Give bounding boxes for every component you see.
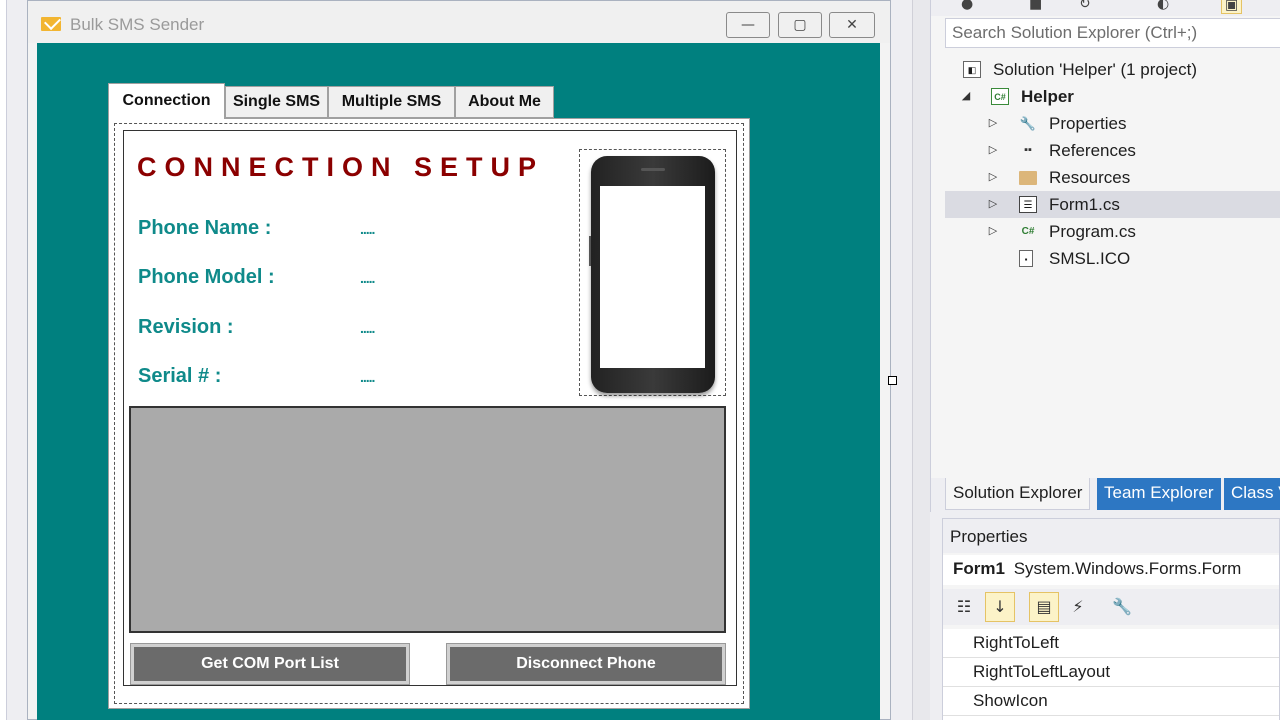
home-icon[interactable]: ■ <box>1029 0 1042 12</box>
tree-item-label: SMSL.ICO <box>1049 249 1131 268</box>
solution-explorer-search[interactable]: Search Solution Explorer (Ctrl+;) <box>945 18 1280 48</box>
tree-item-label: Properties <box>1049 114 1127 133</box>
properties-toolbar: ☷ ↓ ▤ ⚡ 🔧 <box>943 589 1279 625</box>
property-row-showicon[interactable]: ShowIcon <box>943 687 1279 716</box>
tree-item-label: Program.cs <box>1049 222 1136 241</box>
smartphone-icon <box>589 156 715 393</box>
property-row-righttoleftlayout[interactable]: RightToLeftLayout <box>943 658 1279 687</box>
form-window[interactable]: Bulk SMS Sender — ▢ ✕ Connection Single … <box>27 0 891 720</box>
properties-icon[interactable]: ▤ <box>1029 592 1059 622</box>
serial-label: Serial # : <box>138 365 222 387</box>
properties-panel: Properties Form1 System.Windows.Forms.Fo… <box>942 518 1280 720</box>
form-resize-handle[interactable] <box>888 376 897 385</box>
properties-header: Properties <box>943 519 1279 553</box>
tree-item-solution[interactable]: ◧ Solution 'Helper' (1 project) <box>945 56 1280 83</box>
tree-item-label: Form1.cs <box>1049 195 1120 214</box>
tree-item-references[interactable]: ▷ ▪▪ References <box>945 137 1280 164</box>
tree-item-label: Helper <box>1021 87 1074 106</box>
phone-side-button <box>589 236 591 266</box>
tab-connection[interactable]: Connection <box>108 83 225 119</box>
tree-item-properties[interactable]: ▷ 🔧 Properties <box>945 110 1280 137</box>
tree-item-resources[interactable]: ▷ Resources <box>945 164 1280 191</box>
tree-item-program[interactable]: ▷ C# Program.cs <box>945 218 1280 245</box>
solution-explorer-panel: ● ■ ↻ ◐ ▣ Search Solution Explorer (Ctrl… <box>930 0 1280 512</box>
phone-speaker <box>641 168 665 171</box>
phone-name-label: Phone Name : <box>138 217 272 239</box>
preview-icon[interactable]: ▣ <box>1221 0 1243 14</box>
categorized-icon[interactable]: ☷ <box>949 592 979 622</box>
phone-model-value: ..... <box>360 270 375 286</box>
designer-left-strip <box>0 0 7 720</box>
tab-multiple-sms[interactable]: Multiple SMS <box>328 86 455 118</box>
phone-screen <box>600 186 705 368</box>
back-icon[interactable]: ● <box>961 0 973 12</box>
references-icon: ▪▪ <box>1024 144 1032 156</box>
log-textbox[interactable] <box>129 406 726 633</box>
connection-tab-page: CONNECTION SETUP Phone Name : ..... Phon… <box>108 118 750 709</box>
form-icon: ☰ <box>1019 196 1037 213</box>
tree-item-label: Resources <box>1049 168 1131 187</box>
tab-team-explorer[interactable]: Team Explorer <box>1097 478 1221 510</box>
events-icon[interactable]: ⚡ <box>1063 592 1093 622</box>
tab-single-sms[interactable]: Single SMS <box>225 86 328 118</box>
expanded-arrow-icon[interactable]: ◢ <box>961 83 971 110</box>
property-row-righttoleft[interactable]: RightToLeft <box>943 629 1279 658</box>
disconnect-phone-button[interactable]: Disconnect Phone <box>446 643 726 685</box>
phone-model-label: Phone Model : <box>138 266 275 288</box>
get-com-port-list-button[interactable]: Get COM Port List <box>130 643 410 685</box>
alphabetical-icon[interactable]: ↓ <box>985 592 1015 622</box>
collapsed-arrow-icon[interactable]: ▷ <box>988 191 998 218</box>
form-title: Bulk SMS Sender <box>70 15 205 34</box>
properties-object-selector[interactable]: Form1 System.Windows.Forms.Form <box>943 555 1279 585</box>
tree-item-label: Solution 'Helper' (1 project) <box>993 60 1197 79</box>
phone-name-value: ..... <box>360 221 375 237</box>
serial-value: ..... <box>360 369 375 385</box>
collapsed-arrow-icon[interactable]: ▷ <box>988 164 998 191</box>
ico-file-icon: ▪ <box>1019 250 1033 267</box>
revision-value: ..... <box>360 320 375 336</box>
designer-scrollbar[interactable] <box>912 0 930 720</box>
connection-setup-heading: CONNECTION SETUP <box>137 152 545 182</box>
tree-item-form1[interactable]: ▷ ☰ Form1.cs <box>945 191 1280 218</box>
property-pages-icon[interactable]: 🔧 <box>1107 592 1137 622</box>
solution-icon: ◧ <box>963 61 981 78</box>
tree-item-label: References <box>1049 141 1136 160</box>
tab-solution-explorer[interactable]: Solution Explorer <box>945 478 1091 510</box>
solution-explorer-toolbar: ● ■ ↻ ◐ ▣ <box>931 0 1280 16</box>
get-com-port-list-label: Get COM Port List <box>134 647 406 681</box>
collapsed-arrow-icon[interactable]: ▷ <box>988 218 998 245</box>
sync-icon[interactable]: ↻ <box>1079 0 1091 12</box>
object-name: Form1 <box>953 559 1005 578</box>
connection-panel: CONNECTION SETUP Phone Name : ..... Phon… <box>123 130 737 686</box>
tree-item-helper[interactable]: ◢ C# Helper <box>945 83 1280 110</box>
minimize-button[interactable]: — <box>726 12 770 38</box>
revision-label: Revision : <box>138 316 234 338</box>
folder-icon <box>1019 171 1037 185</box>
disconnect-phone-label: Disconnect Phone <box>450 647 722 681</box>
form-client-area: Connection Single SMS Multiple SMS About… <box>37 43 880 720</box>
close-button[interactable]: ✕ <box>829 12 875 38</box>
csharp-project-icon: C# <box>991 88 1009 105</box>
envelope-icon <box>41 17 61 31</box>
tab-about-me[interactable]: About Me <box>455 86 554 118</box>
designer-surface: Bulk SMS Sender — ▢ ✕ Connection Single … <box>0 0 930 720</box>
phone-picture-box <box>579 149 726 396</box>
explorer-tab-strip: Solution Explorer Team Explorer Class V <box>931 478 1280 512</box>
refresh-icon[interactable]: ◐ <box>1157 0 1169 12</box>
collapsed-arrow-icon[interactable]: ▷ <box>988 137 998 164</box>
collapsed-arrow-icon[interactable]: ▷ <box>988 110 998 137</box>
tree-item-smsl-ico[interactable]: ▪ SMSL.ICO <box>945 245 1280 272</box>
object-type: System.Windows.Forms.Form <box>1013 559 1242 578</box>
csharp-file-icon: C# <box>1021 226 1035 237</box>
wrench-icon: 🔧 <box>1019 116 1037 131</box>
solution-tree: ◧ Solution 'Helper' (1 project) ◢ C# Hel… <box>945 54 1280 474</box>
tab-class-view[interactable]: Class V <box>1224 478 1280 510</box>
form-titlebar: Bulk SMS Sender — ▢ ✕ <box>28 1 890 43</box>
maximize-button[interactable]: ▢ <box>778 12 822 38</box>
property-grid: RightToLeft RightToLeftLayout ShowIcon <box>943 629 1279 720</box>
